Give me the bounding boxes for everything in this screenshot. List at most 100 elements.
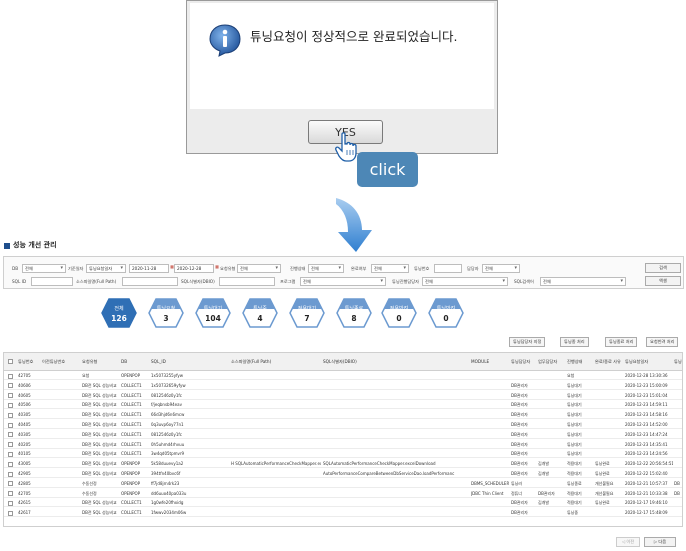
excel-button[interactable]: 엑셀 [645,276,681,286]
row-checkbox[interactable] [8,442,13,448]
table-row[interactable]: 42705 요청 OPENPOP 1x5073255yfyw 요청 2020-12-28 … [4,372,682,380]
table-row[interactable]: 40205 DB전 SQL 성능비교 COLLECT1 0h5uhmd4rhvuu DB… [4,441,682,449]
row-checkbox[interactable] [8,412,13,418]
column-header[interactable]: 소스파일명(Full Path) [231,359,271,365]
row-checkbox[interactable] [8,373,13,379]
table-cell: 적용대기 [567,461,582,467]
table-row[interactable]: 43005 DB전 SQL 성능비교 OPENPOP 5k58duuevy1a2 H S… [4,460,682,469]
table-row[interactable]: 40405 DB전 SQL 성능비교 COLLECT1 0q3uvp6oy77n1 DB… [4,421,682,429]
column-header[interactable]: 업무담당자 [538,359,557,365]
table-row[interactable]: 42617 DB전 SQL 성능비교 COLLECT1 1fwwv2034m06w DB… [4,509,682,518]
table-row[interactable]: 40105 DB전 SQL 성능비교 COLLECT1 3w4qd05tpmvr9 DB… [4,450,682,459]
table-cell: COLLECT1 [121,510,142,516]
tuning-end-button[interactable]: 튜닝종료 처리 [605,337,638,347]
sql-search-select[interactable]: 전체 [540,277,626,286]
table-row[interactable]: 42705 수동선정 OPENPOP dd6uuo40pa033u JDBC Thin … [4,490,682,498]
row-checkbox[interactable] [8,471,13,477]
row-checkbox[interactable] [8,393,13,399]
column-header[interactable]: 튜닝 [674,359,682,365]
assign-tuner-button[interactable]: 튜닝담당자 지정 [509,337,546,347]
table-row[interactable]: 40305 DB전 SQL 성능비교 COLLECT1 0812546z0y1fc DB… [4,431,682,439]
table-cell: DB관리자 [511,392,528,398]
row-checkbox[interactable] [8,451,13,457]
table-row[interactable]: 42905 DB전 SQL 성능비교 OPENPOP 394tfn40bvc6f Aut… [4,470,682,478]
table-cell: 개선불필요 [595,480,614,486]
column-header[interactable]: DB [121,359,127,364]
row-checkbox[interactable] [8,510,13,516]
column-header[interactable]: 요청유형 [82,359,97,365]
status-count: 104 [205,314,221,323]
status-count: 126 [111,314,127,323]
select-all-checkbox[interactable] [8,359,13,364]
status-3[interactable]: 튜닝중 4 [242,298,278,328]
next-page-button[interactable]: ▷ 다음 [644,537,676,547]
table-cell: 5k58duuevy1a2 [151,461,184,467]
row-checkbox[interactable] [8,461,13,467]
status-5[interactable]: 튜닝종료 8 [336,298,372,328]
status-4[interactable]: 적용대기 7 [289,298,325,328]
table-cell: 42805 [18,480,31,486]
table-cell: f/jeqbnsb94eav [151,402,182,408]
table-row[interactable]: 40506 DB전 SQL 성능비교 COLLECT1 f/jeqbnsb94eav D… [4,401,682,410]
row-checkbox[interactable] [8,491,13,497]
tuning-no-input[interactable] [434,264,462,273]
column-header[interactable]: SQL식별자(DBIO) [323,359,357,365]
row-checkbox[interactable] [8,422,13,428]
table-cell: DB관리자 [538,490,555,496]
owner-select[interactable]: 전체 [482,264,520,273]
column-header[interactable]: SQL_ID [151,359,166,364]
source-file-input[interactable] [122,277,178,286]
reject-request-button[interactable]: 요청반려 처리 [646,337,679,347]
status-6[interactable]: 적용반려 0 [381,298,417,328]
table-row[interactable]: 40605 DB전 SQL 성능비교 COLLECT1 0812546z0y1fc DB… [4,392,682,400]
row-checkbox[interactable] [8,383,13,389]
table-row[interactable]: 42615 DB전 SQL 성능비교 COLLECT1 1g0wfe20fhxidg D… [4,499,682,508]
completion-select[interactable]: 전체 [371,264,409,273]
status-chevron-shape [195,298,231,328]
tuner-select[interactable]: 전체 [422,277,508,286]
status-7[interactable]: 튜닝반려 0 [428,298,464,328]
column-header[interactable]: 튜닝담당자 [511,359,530,365]
tuning-process-button[interactable]: 튜닝종 처리 [560,337,589,347]
date-to-input[interactable]: 2020-12-28 [174,264,214,273]
date-from-input[interactable]: 2020-11-28 [129,264,169,273]
column-header[interactable]: 튜닝번호 [18,359,33,365]
column-header[interactable]: MODULE [471,359,489,364]
search-button[interactable]: 검색 [645,263,681,273]
table-cell: OPENPOP [121,373,141,378]
prev-page-button[interactable]: ◁ 이전 [616,537,640,547]
sql-id-dbio-input[interactable] [219,277,275,286]
row-checkbox[interactable] [8,481,13,487]
row-checkbox[interactable] [8,432,13,438]
table-cell: 2020-12-23 14:52:00 [625,422,668,427]
column-header[interactable]: 이전튜닝번호 [42,359,65,365]
calendar-icon[interactable]: ▦ [215,264,219,269]
down-arrow-icon [336,198,372,252]
row-checkbox[interactable] [8,500,13,506]
table-cell: COLLECT1 [121,500,142,506]
sql-id-input[interactable] [31,277,73,286]
table-cell: dd6uuo40pa033u [151,490,187,496]
table-row[interactable]: 40606 DB전 SQL 성능비교 COLLECT1 1x50732659yfyw D… [4,382,682,390]
db-select[interactable]: 전체 [22,264,66,273]
status-count: 8 [351,314,357,323]
table-row[interactable]: 42805 수동선정 OPENPOP ff7jd8jrn4rk23 DBMS_SCHED… [4,480,682,488]
table-cell: 튜닝대기 [567,392,582,398]
program-select[interactable]: 전체 [300,277,386,286]
row-checkbox[interactable] [8,402,13,408]
status-0[interactable]: 전체 126 [101,298,137,328]
column-header[interactable]: 튜닝요청일자 [625,359,648,365]
table-cell: 0q3uvp6oy77n1 [151,422,184,427]
table-cell: 튜닝대기 [567,402,582,408]
status-2[interactable]: 튜닝대기 104 [195,298,231,328]
column-header[interactable]: 진행상태 [567,359,582,365]
page-title: 성능 개선 관리 [13,241,57,249]
status-1[interactable]: 튜닝요청 3 [148,298,184,328]
column-header[interactable]: 완료/종료 사유 [595,359,621,365]
source-file-label: 소스파일명(Full Path) [76,279,117,284]
period-type-select[interactable]: 튜닝요청일자 [86,264,126,273]
progress-select[interactable]: 전체 [308,264,344,273]
table-row[interactable]: 40305 DB전 SQL 성능비교 COLLECT1 66d3hjd6n6mcw DB… [4,411,682,420]
selection-type-select[interactable]: 전체 [237,264,281,273]
status-label: 튜닝중 [253,306,267,312]
